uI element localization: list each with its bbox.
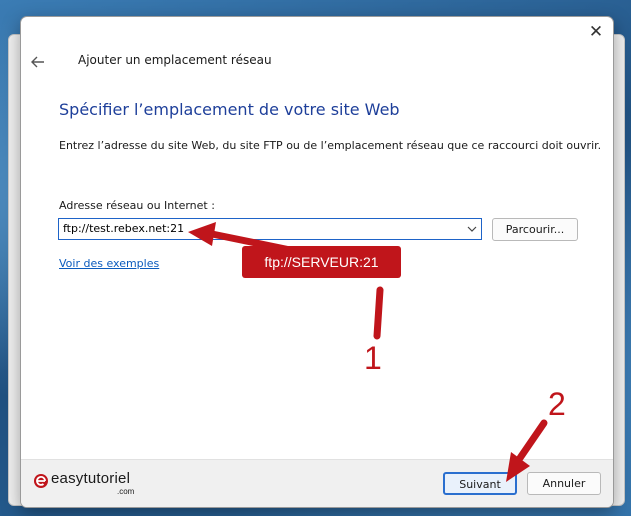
logo-name: easytutoriel <box>51 470 131 487</box>
address-combobox[interactable]: ftp://test.rebex.net:21 <box>58 218 482 240</box>
next-button[interactable]: Suivant <box>443 472 517 495</box>
page-heading: Spécifier l’emplacement de votre site We… <box>59 100 400 119</box>
address-field-label: Adresse réseau ou Internet : <box>59 199 215 212</box>
cancel-button[interactable]: Annuler <box>527 472 601 495</box>
address-input[interactable]: ftp://test.rebex.net:21 <box>63 222 184 235</box>
chevron-down-icon[interactable] <box>466 222 478 236</box>
logo-suffix: .com <box>117 487 135 496</box>
annotation-step-2: 2 <box>548 386 566 422</box>
back-button[interactable] <box>27 53 49 71</box>
back-arrow-icon <box>31 56 44 68</box>
instructions-text: Entrez l’adresse du site Web, du site FT… <box>59 139 602 152</box>
see-examples-link[interactable]: Voir des exemples <box>59 257 159 270</box>
close-button[interactable]: ✕ <box>585 21 607 43</box>
browse-button[interactable]: Parcourir... <box>492 218 578 241</box>
annotation-step-1: 1 <box>364 340 382 376</box>
dialog-footer: easytutoriel .com Suivant Annuler <box>21 459 613 507</box>
close-icon: ✕ <box>588 22 604 42</box>
dialog-title: Ajouter un emplacement réseau <box>78 53 272 67</box>
annotation-server-box: ftp://SERVEUR:21 <box>242 246 401 278</box>
logo-e-icon <box>34 474 48 488</box>
easytutoriel-logo: easytutoriel .com <box>33 470 173 498</box>
